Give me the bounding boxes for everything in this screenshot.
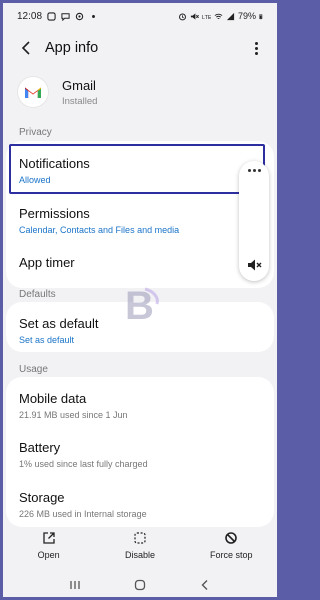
usage-card: Mobile data 21.91 MB used since 1 Jun Ba… — [6, 377, 274, 527]
section-label-usage: Usage — [19, 364, 48, 375]
row-title: Battery — [19, 440, 61, 455]
row-subtitle: 1% used since last fully charged — [19, 459, 148, 469]
mobile-data-item[interactable]: Mobile data 21.91 MB used since 1 Jun — [6, 391, 274, 420]
app-timer-item[interactable]: App timer — [6, 255, 274, 270]
app-install-status: Installed — [62, 95, 98, 107]
message-icon — [61, 12, 70, 21]
row-subtitle: Set as default — [19, 335, 75, 345]
force-stop-button[interactable]: Force stop — [186, 527, 277, 571]
notifications-item[interactable]: Notifications Allowed — [6, 156, 274, 185]
force-stop-icon — [225, 532, 238, 544]
home-button[interactable] — [130, 577, 150, 593]
back-button[interactable] — [15, 37, 37, 59]
volume-more-icon[interactable] — [239, 169, 269, 172]
open-label: Open — [37, 550, 60, 560]
gmail-icon — [18, 77, 48, 107]
recents-button[interactable] — [65, 577, 85, 593]
battery-percent: 79% — [237, 11, 256, 21]
battery-item[interactable]: Battery 1% used since last fully charged — [6, 440, 274, 469]
svg-text:LTE: LTE — [202, 15, 211, 21]
battery-icon — [259, 13, 263, 19]
section-label-privacy: Privacy — [19, 127, 52, 138]
home-icon — [134, 579, 146, 591]
app-identity: Gmail Installed — [18, 77, 97, 107]
section-label-defaults: Defaults — [19, 289, 56, 300]
row-subtitle: 21.91 MB used since 1 Jun — [19, 410, 128, 420]
signal-icon — [226, 12, 235, 20]
force-stop-label: Force stop — [210, 550, 253, 560]
nav-back-button[interactable] — [195, 577, 215, 593]
more-vert-icon — [254, 41, 258, 45]
system-nav-bar — [3, 573, 277, 597]
more-options-button[interactable] — [247, 37, 265, 59]
bottom-action-bar: Open Disable Force stop — [3, 527, 277, 571]
back-arrow-icon — [21, 41, 30, 55]
row-title: Mobile data — [19, 391, 87, 406]
disable-icon — [134, 532, 146, 544]
app-name: Gmail — [62, 77, 96, 93]
storage-item[interactable]: Storage 226 MB used in Internal storage — [6, 490, 274, 519]
wifi-icon — [214, 13, 223, 19]
privacy-card: Notifications Allowed Permissions Calend… — [6, 141, 274, 288]
row-title: Notifications — [19, 156, 90, 171]
mute-icon — [190, 12, 199, 20]
watermark-logo: B — [125, 284, 159, 325]
page-title: App info — [45, 40, 99, 56]
alarm-icon — [179, 12, 186, 20]
open-button[interactable]: Open — [3, 527, 94, 571]
row-subtitle: 226 MB used in Internal storage — [19, 509, 147, 519]
row-title: App timer — [19, 255, 75, 270]
phone-screen: 12:08 LTE 79% App info Gmail Installed P… — [3, 3, 277, 597]
volte-icon: LTE — [202, 15, 211, 21]
app-icon — [47, 11, 56, 21]
row-subtitle: Allowed — [19, 175, 51, 185]
permissions-item[interactable]: Permissions Calendar, Contacts and Files… — [6, 206, 274, 235]
disable-label: Disable — [124, 550, 155, 560]
nav-back-icon — [201, 580, 208, 590]
circle-icon — [75, 12, 84, 20]
volume-panel[interactable] — [239, 161, 269, 281]
volume-mute-icon[interactable] — [246, 257, 262, 273]
recents-icon — [70, 581, 80, 589]
row-title: Permissions — [19, 206, 90, 221]
status-bar: 12:08 LTE 79% — [3, 3, 277, 29]
row-subtitle: Calendar, Contacts and Files and media — [19, 225, 180, 235]
app-bar: App info — [3, 33, 277, 63]
disable-button[interactable]: Disable — [94, 527, 185, 571]
open-external-icon — [43, 532, 55, 544]
status-time: 12:08 — [17, 10, 43, 22]
dot-icon — [92, 14, 95, 18]
row-title: Storage — [19, 490, 65, 505]
